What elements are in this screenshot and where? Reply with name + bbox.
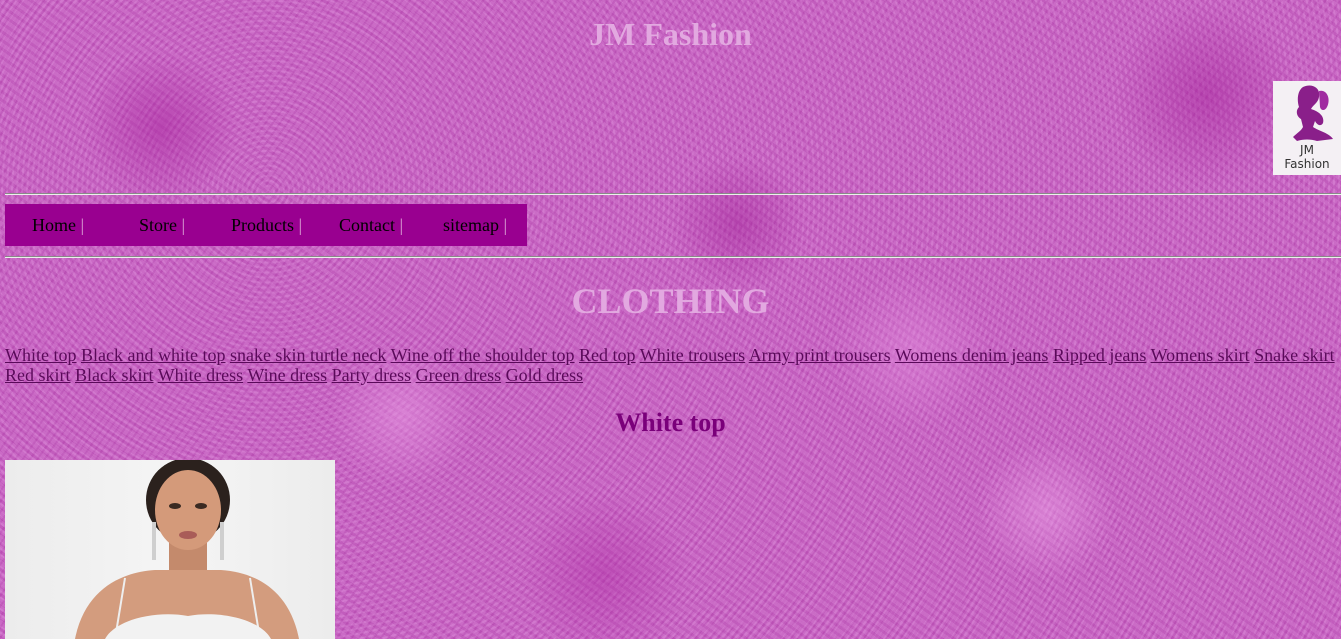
logo-text-line-2: Fashion <box>1284 157 1330 171</box>
product-link-snake-skin-turtle-neck[interactable]: snake skin turtle neck <box>230 345 386 365</box>
product-link-white-top[interactable]: White top <box>5 345 76 365</box>
main-nav: Home | Store | Products | Contact | site… <box>5 204 527 246</box>
nav-products-link[interactable]: Products | <box>231 215 302 236</box>
product-title: White top <box>615 408 726 437</box>
section-heading: CLOTHING <box>571 281 770 321</box>
nav-contact-link[interactable]: Contact | <box>339 215 403 236</box>
model-photo-icon <box>75 460 299 639</box>
logo-text: JM Fashion <box>1273 143 1341 171</box>
jm-fashion-logo: JM Fashion <box>1273 81 1341 175</box>
product-link-womens-skirt[interactable]: Womens skirt <box>1151 345 1250 365</box>
product-link-snake-skirt[interactable]: Snake skirt <box>1254 345 1335 365</box>
product-link-list: White top Black and white top snake skin… <box>5 345 1341 385</box>
product-image <box>5 460 335 639</box>
nav-products-label: Products <box>231 215 294 235</box>
product-link-wine-dress[interactable]: Wine dress <box>247 365 327 385</box>
logo-text-line-1: JM <box>1300 143 1314 157</box>
product-link-wine-off-shoulder-top[interactable]: Wine off the shoulder top <box>391 345 575 365</box>
nav-home-label: Home <box>32 215 76 235</box>
product-link-ripped-jeans[interactable]: Ripped jeans <box>1053 345 1146 365</box>
nav-store-link[interactable]: Store | <box>139 215 185 236</box>
nav-store-label: Store <box>139 215 177 235</box>
nav-separator: | <box>80 215 85 235</box>
product-link-green-dress[interactable]: Green dress <box>416 365 501 385</box>
nav-separator: | <box>181 215 186 235</box>
product-link-gold-dress[interactable]: Gold dress <box>506 365 584 385</box>
product-link-red-top[interactable]: Red top <box>579 345 636 365</box>
product-link-red-skirt[interactable]: Red skirt <box>5 365 71 385</box>
nav-separator: | <box>298 215 303 235</box>
nav-home-link[interactable]: Home | <box>32 215 84 236</box>
product-link-black-skirt[interactable]: Black skirt <box>75 365 154 385</box>
top-divider <box>5 193 1341 195</box>
nav-separator: | <box>399 215 404 235</box>
product-link-army-print-trousers[interactable]: Army print trousers <box>749 345 891 365</box>
product-link-womens-denim-jeans[interactable]: Womens denim jeans <box>895 345 1049 365</box>
product-link-party-dress[interactable]: Party dress <box>332 365 412 385</box>
product-link-white-dress[interactable]: White dress <box>158 365 243 385</box>
bottom-divider <box>5 256 1341 258</box>
nav-separator: | <box>503 215 508 235</box>
nav-sitemap-link[interactable]: sitemap | <box>443 215 507 236</box>
product-link-black-and-white-top[interactable]: Black and white top <box>81 345 225 365</box>
nav-contact-label: Contact <box>339 215 395 235</box>
nav-sitemap-label: sitemap <box>443 215 499 235</box>
site-title: JM Fashion <box>589 16 752 52</box>
product-link-white-trousers[interactable]: White trousers <box>640 345 745 365</box>
